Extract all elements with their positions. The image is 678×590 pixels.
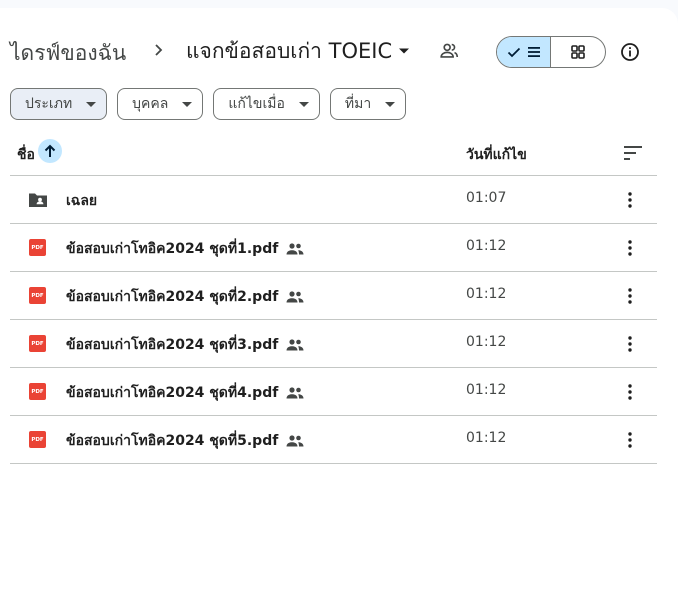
- file-modified: 01:12: [466, 286, 507, 302]
- shared-folder-icon: [29, 193, 47, 207]
- table-row[interactable]: PDF ข้อสอบเก่าโทอิค2024 ชุดที่1.pdf 01:1…: [10, 224, 657, 272]
- filter-type[interactable]: ประเภท: [10, 88, 108, 120]
- file-name: ข้อสอบเก่าโทอิค2024 ชุดที่1.pdf: [66, 238, 304, 260]
- more-vert-icon: [628, 240, 632, 256]
- table-row[interactable]: PDF ข้อสอบเก่าโทอิค2024 ชุดที่3.pdf 01:1…: [10, 320, 657, 368]
- grid-icon: [571, 45, 585, 59]
- more-actions-button[interactable]: [618, 236, 642, 260]
- shared-icon: [286, 435, 304, 447]
- share-people-icon[interactable]: [438, 40, 460, 62]
- file-modified: 01:12: [466, 430, 507, 446]
- caret-down-icon: [86, 101, 97, 107]
- breadcrumb-root[interactable]: ไดรฟ์ของฉัน: [10, 37, 126, 70]
- more-vert-icon: [628, 288, 632, 304]
- more-vert-icon: [628, 432, 632, 448]
- more-actions-button[interactable]: [618, 428, 642, 452]
- pdf-icon: PDF: [28, 286, 48, 306]
- pdf-icon: PDF: [28, 430, 48, 450]
- chevron-right-icon: [155, 44, 163, 56]
- check-icon: [507, 47, 520, 58]
- sort-options-icon[interactable]: [622, 142, 644, 164]
- table-header: ชื่อ วันที่แก้ไข: [10, 134, 657, 176]
- more-actions-button[interactable]: [618, 284, 642, 308]
- table-row[interactable]: PDF ข้อสอบเก่าโทอิค2024 ชุดที่4.pdf 01:1…: [10, 368, 657, 416]
- pdf-icon: PDF: [28, 382, 48, 402]
- filter-modified[interactable]: แก้ไขเมื่อ: [213, 88, 320, 120]
- file-name: ข้อสอบเก่าโทอิค2024 ชุดที่5.pdf: [66, 430, 304, 452]
- column-modified-header[interactable]: วันที่แก้ไข: [466, 144, 527, 166]
- pdf-icon: PDF: [28, 334, 48, 354]
- filter-modified-label: แก้ไขเมื่อ: [228, 96, 285, 112]
- file-name: เฉลย: [66, 193, 98, 209]
- filter-type-label: ประเภท: [25, 96, 73, 112]
- filter-people-label: บุคคล: [132, 96, 169, 112]
- more-actions-button[interactable]: [618, 332, 642, 356]
- filter-source-label: ที่มา: [344, 96, 372, 112]
- more-vert-icon: [628, 384, 632, 400]
- list-icon: [527, 47, 540, 57]
- file-list: เฉลย 01:07 PDF ข้อสอบเก่าโทอิค2024 ชุดที…: [10, 176, 657, 464]
- column-name-header[interactable]: ชื่อ: [17, 144, 35, 166]
- table-row[interactable]: PDF ข้อสอบเก่าโทอิค2024 ชุดที่2.pdf 01:1…: [10, 272, 657, 320]
- file-modified: 01:07: [466, 190, 507, 206]
- main-panel: ไดรฟ์ของฉัน แจกข้อสอบเก่า TOEIC ประเภท บ…: [0, 8, 678, 590]
- more-vert-icon: [628, 192, 632, 208]
- filter-source[interactable]: ที่มา: [329, 88, 407, 120]
- file-modified: 01:12: [466, 238, 507, 254]
- caret-down-icon: [298, 101, 309, 107]
- file-name: ข้อสอบเก่าโทอิค2024 ชุดที่4.pdf: [66, 382, 304, 404]
- more-actions-button[interactable]: [618, 188, 642, 212]
- table-row[interactable]: เฉลย 01:07: [10, 176, 657, 224]
- filter-chips: ประเภท บุคคล แก้ไขเมื่อ ที่มา: [10, 88, 407, 120]
- shared-icon: [286, 291, 304, 303]
- info-icon[interactable]: [620, 42, 640, 62]
- table-row[interactable]: PDF ข้อสอบเก่าโทอิค2024 ชุดที่5.pdf 01:1…: [10, 416, 657, 464]
- shared-icon: [286, 339, 304, 351]
- caret-down-icon: [182, 101, 193, 107]
- caret-down-icon: [385, 101, 396, 107]
- grid-view-button[interactable]: [551, 37, 605, 67]
- more-actions-button[interactable]: [618, 380, 642, 404]
- list-view-button[interactable]: [497, 37, 552, 67]
- view-toggle: [496, 36, 606, 68]
- file-modified: 01:12: [466, 382, 507, 398]
- pdf-icon: PDF: [28, 238, 48, 258]
- sort-direction-button[interactable]: [38, 139, 62, 163]
- current-folder-title: แจกข้อสอบเก่า TOEIC: [186, 38, 393, 63]
- file-modified: 01:12: [466, 334, 507, 350]
- more-vert-icon: [628, 336, 632, 352]
- header: ไดรฟ์ของฉัน แจกข้อสอบเก่า TOEIC: [10, 30, 668, 74]
- arrow-up-icon: [44, 144, 56, 157]
- file-name: ข้อสอบเก่าโทอิค2024 ชุดที่2.pdf: [66, 286, 304, 308]
- file-name: ข้อสอบเก่าโทอิค2024 ชุดที่3.pdf: [66, 334, 304, 356]
- shared-icon: [286, 243, 304, 255]
- filter-people[interactable]: บุคคล: [117, 88, 204, 120]
- caret-down-icon: [399, 48, 410, 54]
- current-folder-menu[interactable]: แจกข้อสอบเก่า TOEIC: [182, 33, 414, 69]
- shared-icon: [286, 387, 304, 399]
